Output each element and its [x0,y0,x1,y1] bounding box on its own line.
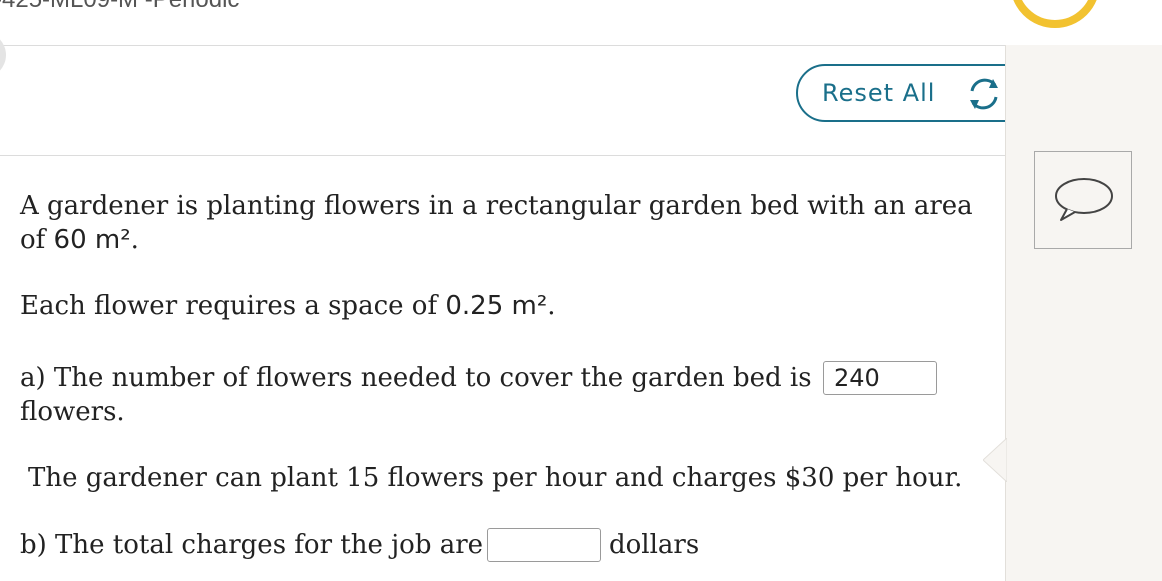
part-b-answer-input[interactable] [487,528,601,562]
question-line-2: of 60 m². [20,224,139,256]
area-unit: m² [94,225,131,255]
side-panel [1005,45,1162,581]
panel-notch [983,438,1007,482]
part-a-answer-input[interactable] [823,361,937,395]
part-a-suffix: flowers. [20,397,125,427]
speech-bubble-icon [1055,178,1113,221]
question-line-1: A gardener is planting flowers in a rect… [20,191,973,221]
question-line-3-suffix: . [547,291,556,321]
question-line-3-prefix: Each flower requires a space of [20,291,446,321]
toolbar-divider [0,155,1006,156]
page: -425-ML09-M -Periodic Reset All A garden… [0,0,1162,581]
reset-all-button[interactable]: Reset All [796,64,1036,122]
info-text: The gardener can plant 15 flowers per ho… [28,463,963,493]
question-line-2-prefix: of [20,225,54,255]
space-unit: m² [511,291,548,321]
part-b-suffix: dollars [609,530,700,560]
question-line-3: Each flower requires a space of 0.25 m². [20,290,556,322]
reset-all-label: Reset All [822,79,936,107]
assignment-title: -425-ML09-M -Periodic [0,0,239,14]
question-line-2-suffix: . [130,225,139,255]
refresh-icon [970,78,998,110]
top-bar: -425-ML09-M -Periodic [0,0,1162,46]
part-a-text: a) The number of flowers needed to cover… [20,363,812,393]
area-value: 60 [53,225,87,255]
comment-button[interactable] [1034,151,1132,249]
space-value: 0.25 [445,291,504,321]
part-b-text: b) The total charges for the job are [20,530,484,560]
